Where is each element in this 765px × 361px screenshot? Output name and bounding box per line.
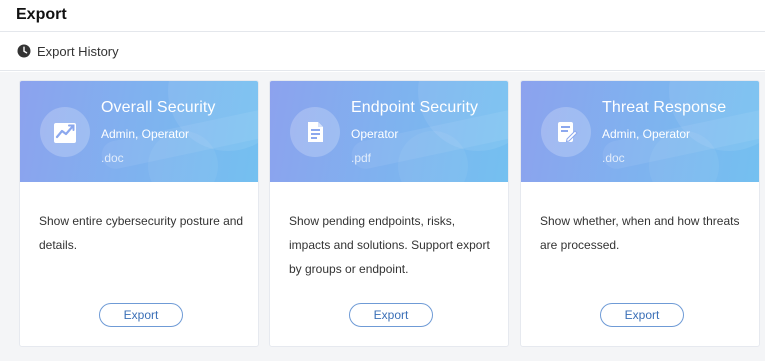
card-description: Show entire cybersecurity posture and de… — [39, 214, 244, 252]
card-roles: Operator — [351, 127, 399, 141]
card-header: Overall Security Admin, Operator .doc — [20, 81, 258, 182]
edit-document-icon — [541, 107, 591, 157]
page-header: Export — [0, 0, 765, 32]
clock-icon — [17, 44, 31, 58]
card-format: .doc — [101, 151, 124, 165]
report-card-overall-security: Overall Security Admin, Operator .doc Sh… — [19, 80, 259, 347]
export-button[interactable]: Export — [99, 303, 183, 327]
report-cards-area: Overall Security Admin, Operator .doc Sh… — [0, 72, 765, 361]
export-button[interactable]: Export — [600, 303, 684, 327]
card-roles: Admin, Operator — [101, 127, 190, 141]
card-title: Endpoint Security — [351, 99, 479, 116]
page-title: Export — [16, 6, 67, 23]
card-header: Threat Response Admin, Operator .doc — [521, 81, 759, 182]
card-description: Show pending endpoints, risks, impacts a… — [289, 214, 490, 276]
report-card-threat-response: Threat Response Admin, Operator .doc Sho… — [520, 80, 760, 347]
export-history-link[interactable]: Export History — [17, 44, 119, 59]
card-title: Overall Security — [101, 99, 216, 116]
report-card-endpoint-security: Endpoint Security Operator .pdf Show pen… — [269, 80, 509, 347]
card-roles: Admin, Operator — [602, 127, 691, 141]
card-header: Endpoint Security Operator .pdf — [270, 81, 508, 182]
document-icon — [290, 107, 340, 157]
card-format: .pdf — [351, 151, 372, 165]
card-title: Threat Response — [602, 99, 727, 116]
card-format: .doc — [602, 151, 625, 165]
toolbar: Export History — [0, 32, 765, 71]
chart-trend-icon — [40, 107, 90, 157]
export-history-label: Export History — [37, 43, 119, 59]
card-description: Show whether, when and how threats are p… — [540, 214, 740, 252]
export-button[interactable]: Export — [349, 303, 433, 327]
